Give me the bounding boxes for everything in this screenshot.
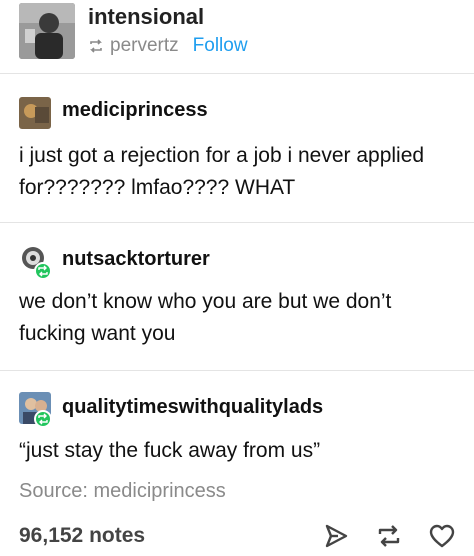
- reblog-line: pervertz Follow: [88, 35, 248, 57]
- follow-button[interactable]: Follow: [193, 35, 248, 57]
- divider: [0, 73, 474, 74]
- share-icon[interactable]: [322, 522, 350, 550]
- notes-count[interactable]: 96,152 notes: [19, 524, 145, 548]
- heart-icon[interactable]: [428, 522, 456, 550]
- post-username[interactable]: nutsacktorturer: [62, 248, 210, 271]
- header-username[interactable]: intensional: [88, 4, 204, 30]
- reblog-icon: [90, 39, 102, 53]
- reblog-badge-icon: [34, 262, 52, 280]
- reblogged-from-username[interactable]: pervertz: [110, 35, 179, 57]
- post-header: intensional pervertz Follow: [0, 0, 474, 72]
- source-link[interactable]: mediciprincess: [94, 480, 226, 502]
- post-text: i just got a rejection for a job i never…: [19, 144, 425, 199]
- avatar[interactable]: [19, 3, 75, 59]
- avatar[interactable]: [19, 97, 51, 129]
- post-username[interactable]: mediciprincess: [62, 99, 208, 122]
- reblog-badge-icon: [34, 410, 52, 428]
- source-line: Source: mediciprincess: [19, 480, 226, 503]
- divider: [0, 370, 474, 371]
- post-username[interactable]: qualitytimeswithqualitylads: [62, 396, 323, 419]
- post-text: we don’t know who you are but we don’t f…: [19, 290, 392, 345]
- divider: [0, 222, 474, 223]
- post-text: “just stay the fuck away from us”: [19, 439, 321, 462]
- source-label: Source:: [19, 480, 88, 502]
- post-footer: 96,152 notes: [0, 518, 474, 556]
- reblog-icon[interactable]: [375, 522, 403, 550]
